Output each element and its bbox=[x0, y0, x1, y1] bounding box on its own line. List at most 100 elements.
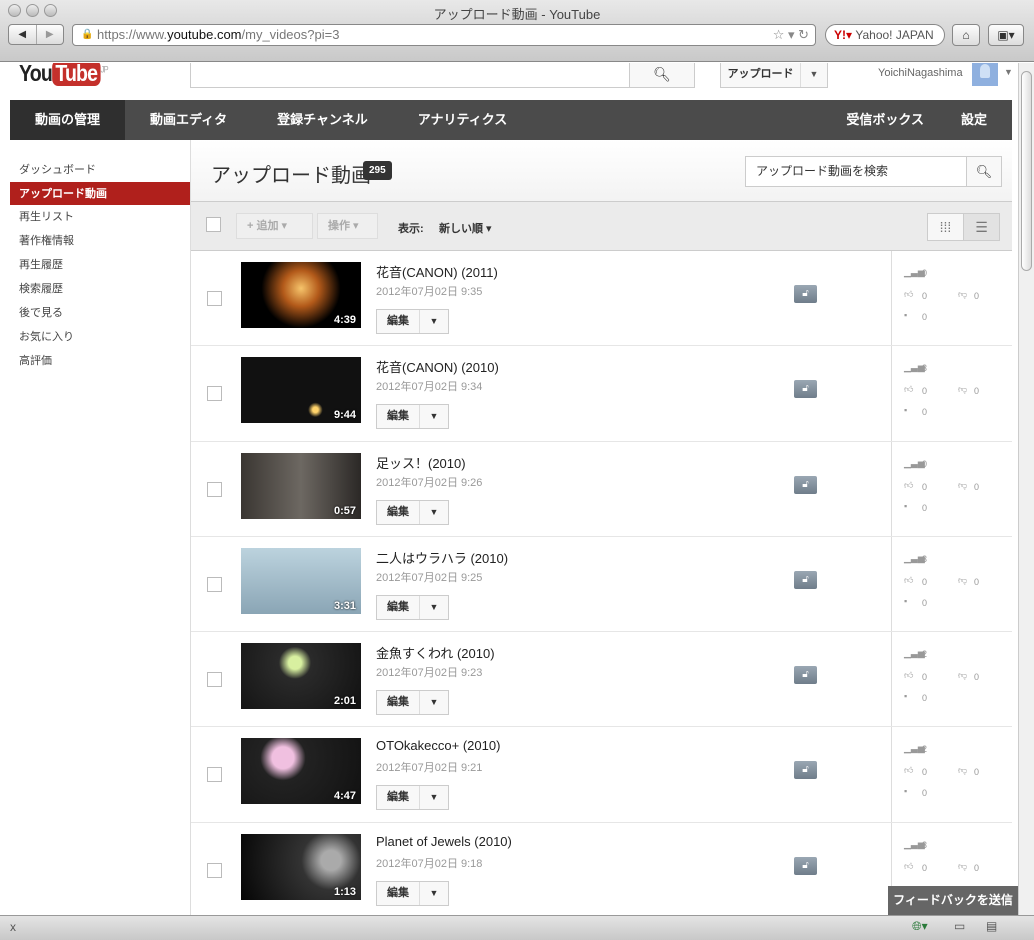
actions-button[interactable]: 操作 ▾ bbox=[317, 213, 378, 239]
dislike-count: 0 bbox=[974, 386, 980, 397]
sidebar-item-search-history[interactable]: 検索履歴 bbox=[10, 277, 190, 301]
video-title[interactable]: 花音(CANON) (2011) bbox=[376, 262, 498, 281]
video-thumbnail[interactable]: 3:31 bbox=[241, 547, 361, 614]
chevron-down-icon[interactable]: ▼ bbox=[1004, 67, 1013, 77]
search-input[interactable] bbox=[190, 63, 630, 88]
chevron-down-icon[interactable]: ▼ bbox=[420, 596, 448, 619]
youtube-logo[interactable]: You Tube JP bbox=[19, 63, 109, 87]
video-title[interactable]: 花音(CANON) (2010) bbox=[376, 357, 499, 376]
sidebar-item-favorites[interactable]: お気に入り bbox=[10, 325, 190, 349]
window-icon[interactable]: ▤ bbox=[986, 919, 997, 933]
like-count: 0 bbox=[922, 481, 928, 492]
close-status-icon[interactable]: x bbox=[10, 920, 16, 934]
chevron-down-icon[interactable]: ▼ bbox=[420, 882, 448, 905]
edit-button[interactable]: 編集 ▼ bbox=[376, 880, 449, 906]
video-title[interactable]: OTOkakecco+ (2010) bbox=[376, 738, 500, 753]
video-checkbox[interactable] bbox=[207, 576, 222, 592]
main-nav: 動画の管理 動画エディタ 登録チャンネル アナリティクス 受信ボックス 設定 bbox=[10, 100, 1012, 140]
select-all-checkbox[interactable] bbox=[206, 217, 221, 232]
video-title[interactable]: 二人はウラハラ (2010) bbox=[376, 548, 508, 567]
video-title[interactable]: Planet of Jewels (2010) bbox=[376, 834, 512, 849]
video-duration: 9:44 bbox=[333, 409, 356, 422]
public-unlock-icon[interactable]: 🔓︎ bbox=[794, 666, 817, 685]
list-view-button[interactable]: ☰ bbox=[963, 213, 1000, 241]
video-thumbnail[interactable]: 4:39 bbox=[241, 262, 361, 328]
video-thumbnail[interactable]: 1:13 bbox=[241, 833, 361, 900]
bookmarks-button[interactable]: ▣▾ bbox=[988, 24, 1024, 46]
forward-icon[interactable]: ▶ bbox=[37, 25, 64, 44]
edit-button[interactable]: 編集 ▼ bbox=[376, 309, 449, 334]
video-search-input[interactable]: アップロード動画を検索 bbox=[745, 156, 967, 187]
sidebar-item-playlists[interactable]: 再生リスト bbox=[10, 205, 190, 229]
comment-count: 0 bbox=[922, 693, 928, 704]
public-unlock-icon[interactable]: 🔓︎ bbox=[794, 380, 817, 399]
scrollbar-thumb[interactable] bbox=[1021, 71, 1032, 271]
chevron-down-icon[interactable]: ▼ bbox=[420, 786, 448, 809]
back-icon[interactable]: ◀ bbox=[9, 25, 37, 44]
video-thumbnail[interactable]: 0:57 bbox=[241, 452, 361, 519]
username[interactable]: YoichiNagashima bbox=[878, 67, 963, 79]
public-unlock-icon[interactable]: 🔓︎ bbox=[794, 570, 817, 589]
video-checkbox[interactable] bbox=[207, 291, 222, 306]
upload-button[interactable]: アップロード ▼ bbox=[720, 63, 828, 88]
nav-settings[interactable]: 設定 bbox=[949, 100, 1012, 140]
video-title[interactable]: 足ッス！(2010) bbox=[376, 453, 466, 472]
view-count: 2 bbox=[922, 744, 928, 755]
video-checkbox[interactable] bbox=[207, 767, 222, 783]
feedback-button[interactable]: フィードバックを送信 bbox=[888, 886, 1018, 915]
video-stats: ▁▃▅ 2 👍︎ 0 👎︎ 0 ▪ 0 bbox=[891, 632, 1013, 727]
chevron-down-icon[interactable]: ▼ bbox=[420, 501, 448, 524]
address-bar[interactable]: 🔒 https://www.youtube.com/my_videos?pi=3 ☆… bbox=[72, 24, 816, 46]
dislike-icon: 👎︎ bbox=[958, 860, 968, 871]
home-button[interactable]: ⌂ bbox=[952, 24, 980, 46]
public-unlock-icon[interactable]: 🔓︎ bbox=[794, 856, 817, 875]
url-prefix: https://www. bbox=[97, 27, 168, 42]
bookmark-reload-icon[interactable]: ☆ ▾ ↻ bbox=[773, 25, 809, 45]
video-thumbnail[interactable]: 4:47 bbox=[241, 738, 361, 805]
edit-button[interactable]: 編集 ▼ bbox=[376, 690, 449, 716]
sort-dropdown[interactable]: 新しい順 ▾ bbox=[439, 220, 492, 236]
video-checkbox[interactable] bbox=[207, 862, 222, 878]
video-thumbnail[interactable]: 9:44 bbox=[241, 357, 361, 424]
back-forward-buttons[interactable]: ◀ ▶ bbox=[8, 24, 64, 45]
edit-button[interactable]: 編集 ▼ bbox=[376, 594, 449, 620]
video-search-button[interactable]: 🔍︎ bbox=[966, 156, 1002, 187]
add-button[interactable]: + 追加 ▾ bbox=[236, 213, 313, 239]
video-checkbox[interactable] bbox=[207, 386, 222, 402]
avatar[interactable] bbox=[972, 63, 998, 86]
sidebar-item-copyright[interactable]: 著作権情報 bbox=[10, 229, 190, 253]
nav-inbox[interactable]: 受信ボックス bbox=[821, 100, 949, 140]
vertical-scrollbar[interactable] bbox=[1018, 63, 1034, 915]
video-title[interactable]: 金魚すくわれ (2010) bbox=[376, 643, 495, 662]
monitor-icon[interactable]: ▭ bbox=[954, 919, 965, 933]
edit-button[interactable]: 編集 ▼ bbox=[376, 499, 449, 525]
video-date: 2012年07月02日 9:23 bbox=[376, 667, 483, 680]
chevron-down-icon[interactable]: ▼ bbox=[420, 310, 448, 333]
public-unlock-icon[interactable]: 🔓︎ bbox=[794, 475, 817, 494]
globe-icon[interactable]: 🌐︎▾ bbox=[912, 919, 928, 934]
video-checkbox[interactable] bbox=[207, 672, 222, 688]
edit-button[interactable]: 編集 ▼ bbox=[376, 785, 449, 811]
grid-view-button[interactable]: ⁞⁞⁞ bbox=[927, 213, 964, 241]
public-unlock-icon[interactable]: 🔓︎ bbox=[794, 761, 817, 780]
nav-video-manager[interactable]: 動画の管理 bbox=[10, 100, 126, 140]
nav-video-editor[interactable]: 動画エディタ bbox=[125, 100, 252, 140]
chevron-down-icon[interactable]: ▼ bbox=[420, 691, 448, 714]
chevron-down-icon[interactable]: ▼ bbox=[420, 405, 448, 428]
nav-analytics[interactable]: アナリティクス bbox=[393, 100, 533, 140]
nav-subscriptions[interactable]: 登録チャンネル bbox=[252, 100, 393, 140]
video-duration: 1:13 bbox=[333, 885, 356, 898]
sidebar-item-history[interactable]: 再生履歴 bbox=[10, 253, 190, 277]
sidebar-item-uploads[interactable]: アップロード動画 bbox=[10, 182, 190, 205]
video-checkbox[interactable] bbox=[207, 481, 222, 497]
browser-search-field[interactable]: Y!▾ Yahoo! JAPAN bbox=[825, 24, 945, 46]
public-unlock-icon[interactable]: 🔓︎ bbox=[794, 285, 817, 303]
sidebar-item-watch-later[interactable]: 後で見る bbox=[10, 301, 190, 325]
video-row: 2:01 金魚すくわれ (2010) 2012年07月02日 9:23 編集 ▼ … bbox=[191, 632, 1013, 728]
sidebar-item-liked[interactable]: 高評価 bbox=[10, 349, 190, 373]
sidebar-item-dashboard[interactable]: ダッシュボード bbox=[10, 158, 190, 182]
edit-button[interactable]: 編集 ▼ bbox=[376, 404, 449, 430]
chevron-down-icon[interactable]: ▼ bbox=[801, 63, 827, 87]
search-button[interactable]: 🔍︎ bbox=[629, 63, 695, 88]
video-thumbnail[interactable]: 2:01 bbox=[241, 643, 361, 710]
